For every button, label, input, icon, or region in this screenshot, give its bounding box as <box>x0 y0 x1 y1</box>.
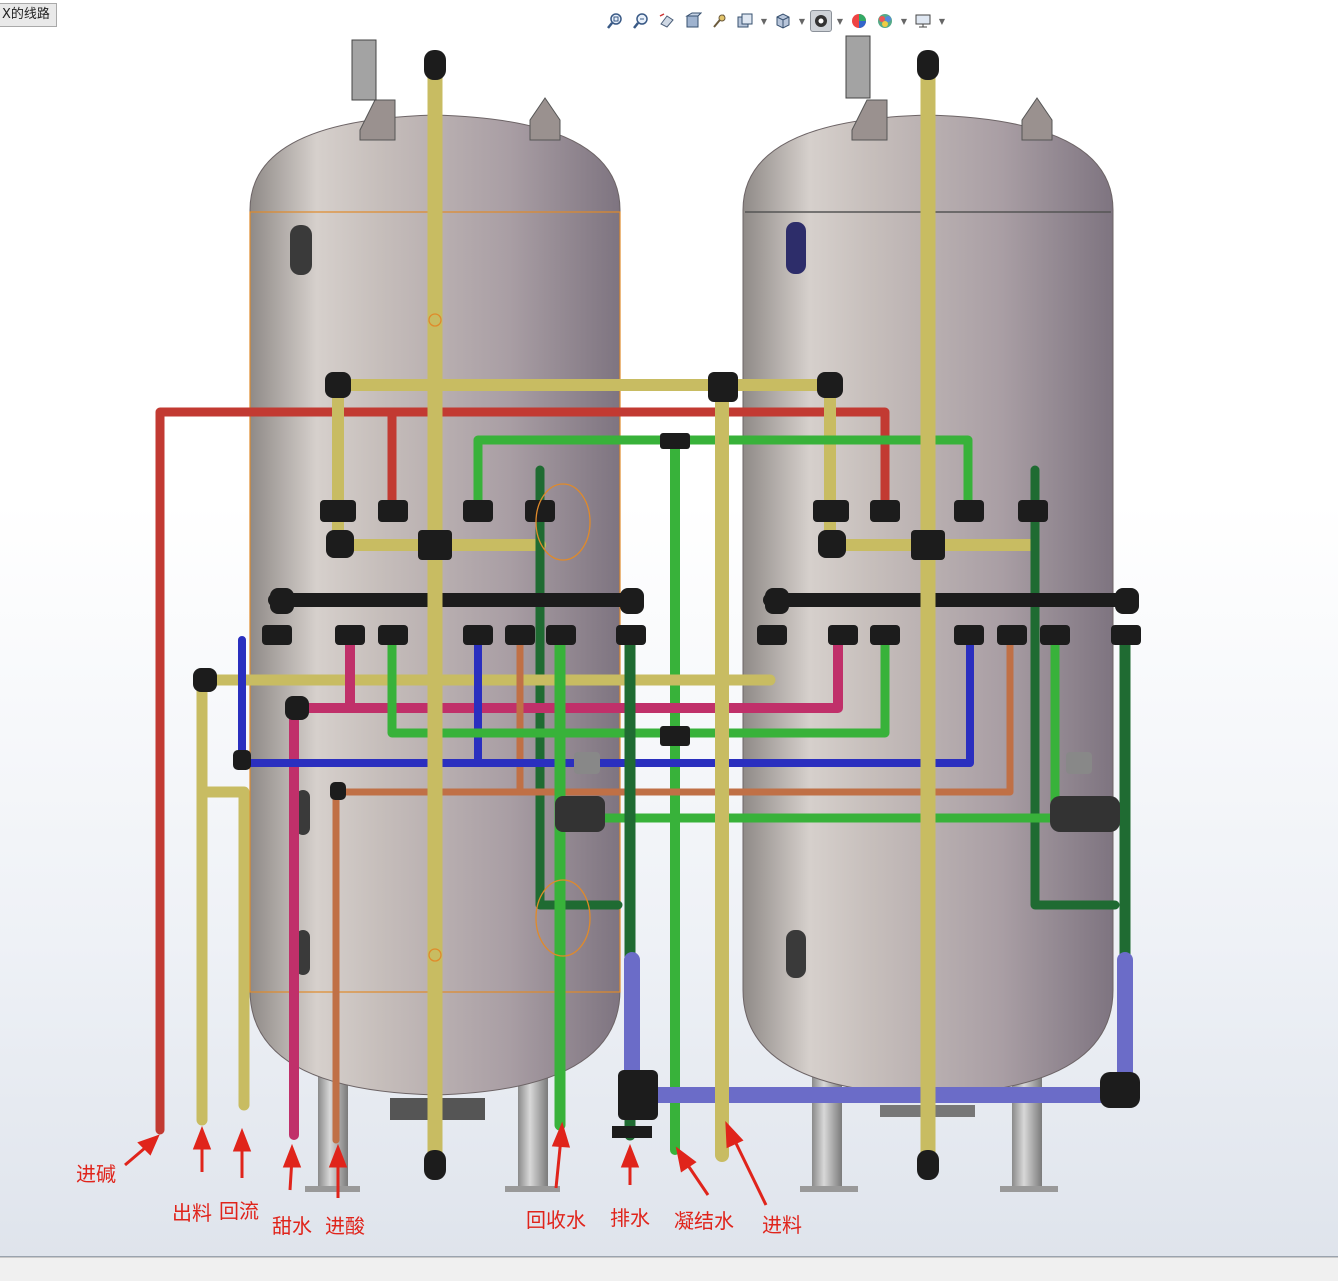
label-discharge: 出料 <box>172 1201 212 1225</box>
label-reflux: 回流 <box>219 1199 259 1223</box>
label-recovered-water: 回收水 <box>526 1208 586 1232</box>
label-drain: 排水 <box>610 1206 650 1230</box>
label-alkali-in: 进碱 <box>76 1162 116 1186</box>
label-feed-in: 进料 <box>762 1213 802 1237</box>
status-bar <box>0 1257 1338 1281</box>
label-acid-in: 进酸 <box>325 1214 365 1238</box>
label-sweet-water: 甜水 <box>272 1214 312 1238</box>
piping-model-3d[interactable] <box>0 0 1338 1256</box>
label-condensate: 凝结水 <box>674 1209 734 1233</box>
valve-row-lower <box>262 625 1141 645</box>
